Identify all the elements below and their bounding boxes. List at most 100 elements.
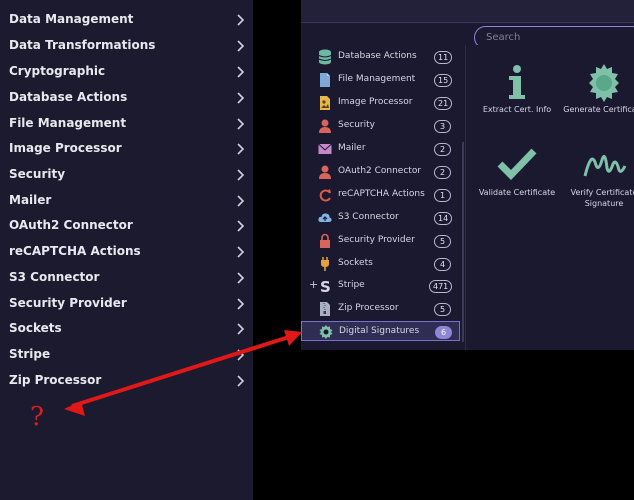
connector-item-security[interactable]: Security 3: [301, 116, 460, 136]
menu-item-oauth2-connector[interactable]: OAuth2 Connector: [0, 214, 253, 238]
menu-item-s3-connector[interactable]: S3 Connector: [0, 266, 253, 290]
menu-item-security-provider[interactable]: Security Provider: [0, 292, 253, 316]
connector-item-oauth2-connector[interactable]: OAuth2 Connector 2: [301, 162, 460, 182]
cloud-upload-icon: [318, 210, 332, 226]
action-validate-certificate[interactable]: Validate Certificate: [467, 146, 567, 226]
connector-label: Security: [338, 120, 375, 130]
menu-item-label: Mailer: [9, 193, 52, 207]
count-badge: 4: [434, 258, 451, 271]
action-verify-certificate-signature[interactable]: Verify Certificate Signature: [554, 146, 634, 226]
connector-item-recaptcha-actions[interactable]: reCAPTCHA Actions 1: [301, 185, 460, 205]
question-mark-annotation: ?: [30, 402, 44, 432]
action-generate-certificate[interactable]: Generate Certificate: [554, 63, 634, 143]
menu-item-mailer[interactable]: Mailer: [0, 189, 253, 213]
expand-toggle[interactable]: +: [309, 278, 318, 291]
menu-item-label: Zip Processor: [9, 373, 102, 387]
plug-icon: [318, 256, 332, 272]
count-badge: 5: [434, 303, 451, 316]
connector-label: File Management: [338, 74, 416, 84]
count-badge: 471: [429, 280, 453, 293]
connector-item-stripe[interactable]: + S Stripe 471: [301, 276, 460, 296]
chevron-right-icon: [236, 246, 245, 258]
connector-label: OAuth2 Connector: [338, 166, 422, 176]
count-badge: 1: [434, 189, 451, 202]
chevron-right-icon: [236, 195, 245, 207]
connector-label: Mailer: [338, 143, 366, 153]
user-icon: [318, 118, 332, 134]
menu-item-security[interactable]: Security: [0, 163, 253, 187]
menu-item-label: File Management: [9, 116, 127, 130]
list-divider: [465, 45, 466, 350]
actions-grid: Extract Cert. Info Generate Certificate …: [467, 45, 634, 350]
action-label: Validate Certificate: [478, 188, 556, 197]
action-label: Verify Certificate Signature: [570, 188, 634, 208]
count-badge: 11: [434, 51, 453, 64]
connector-label: Sockets: [338, 258, 373, 268]
connector-item-s3-connector[interactable]: S3 Connector 14: [301, 208, 460, 228]
menu-item-database-actions[interactable]: Database Actions: [0, 86, 253, 110]
menu-item-data-transformations[interactable]: Data Transformations: [0, 34, 253, 58]
chevron-right-icon: [236, 14, 245, 26]
menu-item-cryptographic[interactable]: Cryptographic: [0, 60, 253, 84]
menu-item-data-management[interactable]: Data Management: [0, 8, 253, 32]
connector-list: Database Actions 11 File Management 15 I…: [301, 45, 464, 350]
menu-item-file-management[interactable]: File Management: [0, 112, 253, 136]
connector-label: Image Processor: [338, 97, 413, 107]
menu-item-label: reCAPTCHA Actions: [9, 244, 141, 258]
chevron-right-icon: [236, 349, 245, 361]
menu-item-label: Image Processor: [9, 141, 122, 155]
file-icon: [318, 72, 332, 88]
action-label: Extract Cert. Info: [482, 105, 552, 114]
chevron-right-icon: [236, 92, 245, 104]
app-header-bar: [301, 0, 634, 23]
menu-item-label: Cryptographic: [9, 64, 106, 78]
chevron-right-icon: [236, 220, 245, 232]
menu-item-label: Data Transformations: [9, 38, 156, 52]
lock-icon: [318, 233, 332, 249]
connector-label: reCAPTCHA Actions: [338, 189, 425, 199]
connector-label: Database Actions: [338, 51, 417, 61]
menu-item-label: Database Actions: [9, 90, 128, 104]
menu-item-image-processor[interactable]: Image Processor: [0, 137, 253, 161]
chevron-right-icon: [236, 323, 245, 335]
connector-app-window: Database Actions 11 File Management 15 I…: [301, 0, 634, 350]
chevron-right-icon: [236, 118, 245, 130]
menu-item-label: Data Management: [9, 12, 134, 26]
zip-file-icon: [318, 301, 332, 317]
connector-item-mailer[interactable]: Mailer 2: [301, 139, 460, 159]
count-badge: 15: [434, 74, 453, 87]
count-badge: 6: [435, 326, 452, 339]
seal-icon: [319, 324, 333, 340]
action-extract-cert-info[interactable]: Extract Cert. Info: [467, 63, 567, 143]
user-icon: [318, 164, 332, 180]
list-scrollbar[interactable]: [462, 142, 464, 342]
connector-item-sockets[interactable]: Sockets 4: [301, 254, 460, 274]
connector-item-digital-signatures[interactable]: Digital Signatures 6: [301, 321, 460, 341]
chevron-right-icon: [236, 375, 245, 387]
menu-item-stripe[interactable]: Stripe: [0, 343, 253, 367]
connector-item-zip-processor[interactable]: Zip Processor 5: [301, 299, 460, 319]
certificate-seal-icon: [581, 63, 627, 103]
menu-item-label: Security Provider: [9, 296, 127, 310]
count-badge: 14: [434, 212, 453, 225]
envelope-icon: [318, 141, 332, 157]
svg-text:S: S: [320, 278, 331, 294]
action-label: Generate Certificate: [563, 105, 634, 114]
connector-label: S3 Connector: [338, 212, 399, 222]
menu-item-label: Stripe: [9, 347, 51, 361]
empty-background: [301, 350, 634, 500]
database-icon: [318, 49, 332, 65]
checkmark-icon: [494, 146, 540, 186]
search-input[interactable]: [486, 30, 626, 45]
menu-item-zip-processor[interactable]: Zip Processor: [0, 369, 253, 393]
connector-item-file-management[interactable]: File Management 15: [301, 70, 460, 90]
count-badge: 5: [434, 235, 451, 248]
connector-item-database-actions[interactable]: Database Actions 11: [301, 47, 460, 67]
menu-item-recaptcha-actions[interactable]: reCAPTCHA Actions: [0, 240, 253, 264]
count-badge: 2: [434, 166, 451, 179]
menu-item-sockets[interactable]: Sockets: [0, 317, 253, 341]
connector-item-image-processor[interactable]: Image Processor 21: [301, 93, 460, 113]
chevron-right-icon: [236, 169, 245, 181]
connector-item-security-provider[interactable]: Security Provider 5: [301, 231, 460, 251]
connector-label: Security Provider: [338, 235, 415, 245]
